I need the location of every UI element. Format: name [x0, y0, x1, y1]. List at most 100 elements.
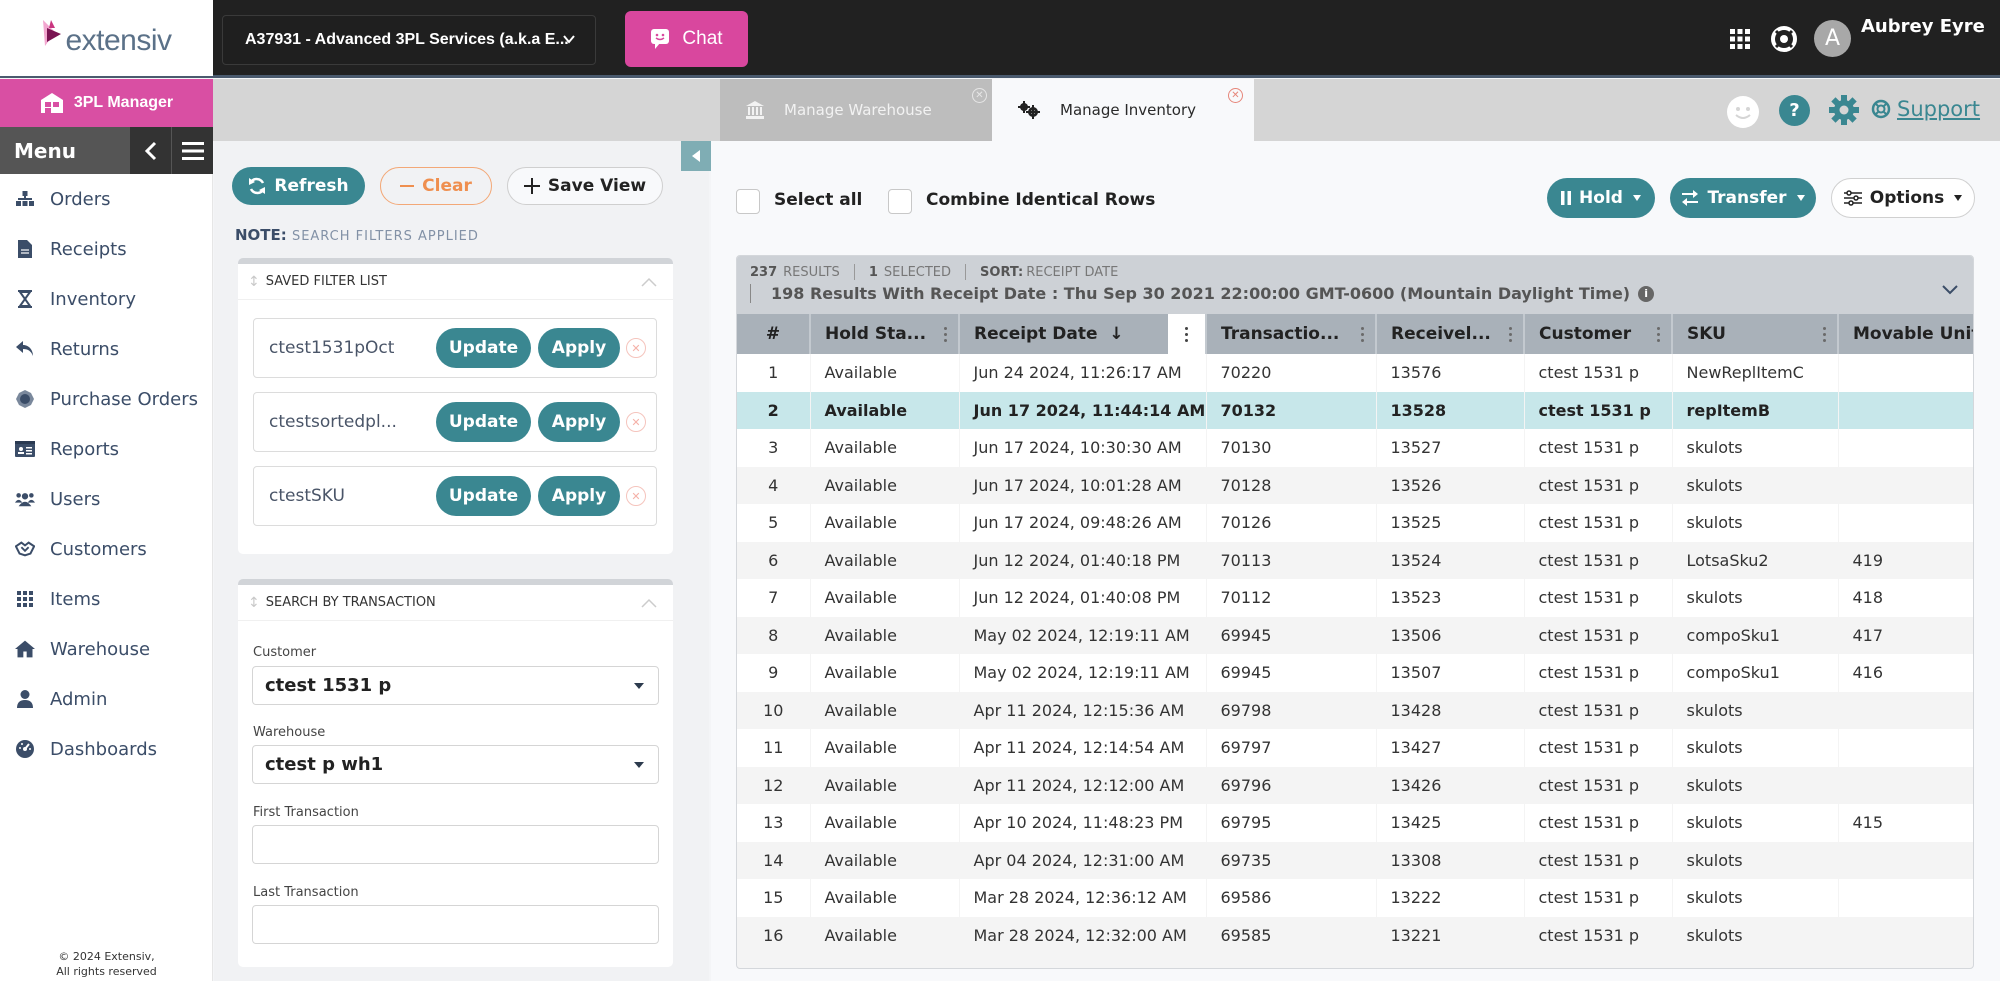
- extensiv-logo[interactable]: extensiv: [0, 0, 213, 76]
- user-name[interactable]: Aubrey Eyre: [1861, 16, 1985, 37]
- refresh-button[interactable]: Refresh: [232, 167, 365, 205]
- info-icon[interactable]: i: [1638, 285, 1655, 302]
- account-selector[interactable]: A37931 - Advanced 3PL Services (a.k.a E.…: [222, 15, 596, 65]
- search-by-transaction-header[interactable]: ↕ SEARCH BY TRANSACTION: [238, 585, 673, 621]
- chevron-down-icon[interactable]: [1941, 284, 1959, 296]
- gear-icon[interactable]: [1828, 94, 1860, 126]
- customer-cell: ctest 1531 p: [1524, 429, 1672, 467]
- table-row[interactable]: 9 Available May 02 2024, 12:19:11 AM 69945 1…: [737, 654, 1973, 692]
- support-link[interactable]: Support: [1871, 97, 1980, 121]
- column-menu-button[interactable]: [1168, 314, 1204, 354]
- sidebar-item-orders[interactable]: Orders: [0, 174, 213, 224]
- column-header-row-number[interactable]: #: [737, 314, 811, 354]
- column-menu-icon[interactable]: [944, 324, 948, 345]
- sidebar-item-customers[interactable]: Customers: [0, 524, 213, 574]
- table-row[interactable]: 1 Available Jun 24 2024, 11:26:17 AM 70220 1…: [737, 354, 1973, 392]
- sidebar-item-returns[interactable]: Returns: [0, 324, 213, 374]
- clear-button[interactable]: Clear: [380, 167, 492, 205]
- collapse-menu-button[interactable]: [129, 127, 171, 174]
- update-filter-button[interactable]: Update: [436, 328, 531, 368]
- last-transaction-input[interactable]: [252, 905, 659, 944]
- table-row[interactable]: 4 Available Jun 17 2024, 10:01:28 AM 70128 1…: [737, 466, 1973, 504]
- drag-handle-icon[interactable]: ↕: [248, 595, 260, 611]
- handshake-icon: [15, 539, 35, 559]
- help-lifering-icon[interactable]: [1771, 26, 1797, 52]
- smiley-feedback-icon[interactable]: [1726, 95, 1760, 129]
- update-filter-button[interactable]: Update: [436, 476, 531, 516]
- table-row[interactable]: 8 Available May 02 2024, 12:19:11 AM 69945 1…: [737, 616, 1973, 654]
- column-menu-icon[interactable]: [1823, 324, 1827, 345]
- warehouse-select[interactable]: ctest p wh1: [252, 745, 659, 784]
- apps-grid-icon[interactable]: [1730, 29, 1750, 49]
- table-row[interactable]: 7 Available Jun 12 2024, 01:40:08 PM 70112 1…: [737, 579, 1973, 617]
- table-row-selected[interactable]: 2 Available Jun 17 2024, 11:44:14 AM 70132 1…: [737, 391, 1973, 429]
- tab-manage-inventory[interactable]: Manage Inventory ✕: [992, 79, 1254, 141]
- sidebar-item-receipts[interactable]: Receipts: [0, 224, 213, 274]
- column-header-transaction[interactable]: Transactio...: [1206, 314, 1377, 354]
- chevron-up-icon[interactable]: [641, 277, 657, 287]
- table-row[interactable]: 6 Available Jun 12 2024, 01:40:18 PM 70113 1…: [737, 541, 1973, 579]
- question-icon[interactable]: ?: [1779, 95, 1810, 126]
- tab-manage-warehouse[interactable]: Manage Warehouse ✕: [720, 79, 998, 141]
- column-header-receive-item[interactable]: Receivel...: [1376, 314, 1525, 354]
- select-all-label[interactable]: Select all: [774, 190, 862, 210]
- sidebar-item-purchase-orders[interactable]: Purchase Orders: [0, 374, 213, 424]
- update-filter-button[interactable]: Update: [436, 402, 531, 442]
- table-row[interactable]: 11 Available Apr 11 2024, 12:14:54 AM 69797…: [737, 729, 1973, 767]
- hold-button[interactable]: Hold: [1547, 178, 1655, 218]
- table-row[interactable]: 13 Available Apr 10 2024, 11:48:23 PM 69795…: [737, 804, 1973, 842]
- first-transaction-input[interactable]: [252, 825, 659, 864]
- select-all-checkbox[interactable]: [736, 189, 760, 214]
- receive-item-cell: 13426: [1376, 766, 1524, 804]
- drag-handle-icon[interactable]: ↕: [248, 274, 260, 290]
- table-row[interactable]: 12 Available Apr 11 2024, 12:12:00 AM 69796…: [737, 766, 1973, 804]
- table-row[interactable]: 16 Available Mar 28 2024, 12:32:00 AM 69585…: [737, 916, 1973, 954]
- combine-identical-rows-label[interactable]: Combine Identical Rows: [926, 190, 1155, 210]
- column-menu-icon[interactable]: [1509, 324, 1513, 345]
- apply-filter-button[interactable]: Apply: [538, 402, 620, 442]
- table-row[interactable]: 3 Available Jun 17 2024, 10:30:30 AM 70130 1…: [737, 429, 1973, 467]
- collapse-filter-panel-button[interactable]: [681, 141, 711, 171]
- table-row[interactable]: 15 Available Mar 28 2024, 12:36:12 AM 69586…: [737, 879, 1973, 917]
- customer-select[interactable]: ctest 1531 p: [252, 666, 659, 705]
- chevron-up-icon[interactable]: [641, 598, 657, 608]
- column-header-receipt-date[interactable]: Receipt Date ↓: [959, 314, 1207, 354]
- movable-unit-cell: [1838, 691, 1973, 729]
- save-view-button[interactable]: Save View: [507, 167, 663, 205]
- close-tab-icon[interactable]: ✕: [972, 88, 987, 103]
- column-menu-icon[interactable]: [1361, 324, 1365, 345]
- sidebar-item-warehouse[interactable]: Warehouse: [0, 624, 213, 674]
- table-row[interactable]: 5 Available Jun 17 2024, 09:48:26 AM 70126 1…: [737, 504, 1973, 542]
- combine-identical-rows-checkbox[interactable]: [888, 189, 912, 214]
- column-header-movable-unit[interactable]: Movable Unit I: [1838, 314, 1973, 354]
- sidebar-item-items[interactable]: Items: [0, 574, 213, 624]
- user-avatar[interactable]: A: [1814, 20, 1851, 57]
- transfer-button[interactable]: Transfer: [1670, 178, 1816, 218]
- column-header-sku[interactable]: SKU: [1672, 314, 1839, 354]
- row-number-cell: 16: [737, 916, 810, 954]
- remove-filter-icon[interactable]: ✕: [626, 486, 646, 506]
- table-row[interactable]: 10 Available Apr 11 2024, 12:15:36 AM 69798…: [737, 691, 1973, 729]
- table-header-row: # Hold Sta... Receipt Date ↓ Transactio.…: [737, 314, 1973, 354]
- options-button[interactable]: Options: [1831, 178, 1975, 218]
- close-tab-icon[interactable]: ✕: [1228, 88, 1243, 103]
- sidebar-item-inventory[interactable]: Inventory: [0, 274, 213, 324]
- saved-filter-list-header[interactable]: ↕ SAVED FILTER LIST: [238, 264, 673, 300]
- movable-unit-cell: 416: [1838, 654, 1973, 692]
- column-header-customer[interactable]: Customer: [1524, 314, 1673, 354]
- table-row[interactable]: 14 Available Apr 04 2024, 12:31:00 AM 69735…: [737, 841, 1973, 879]
- remove-filter-icon[interactable]: ✕: [626, 338, 646, 358]
- chat-button[interactable]: Chat: [625, 11, 748, 67]
- hamburger-menu-button[interactable]: [171, 127, 213, 174]
- sidebar-item-reports[interactable]: Reports: [0, 424, 213, 474]
- apply-filter-button[interactable]: Apply: [538, 328, 620, 368]
- sidebar-item-admin[interactable]: Admin: [0, 674, 213, 724]
- movable-unit-cell: [1838, 841, 1973, 879]
- sidebar-item-users[interactable]: Users: [0, 474, 213, 524]
- inventory-table: # Hold Sta... Receipt Date ↓ Transactio.…: [737, 314, 1973, 954]
- apply-filter-button[interactable]: Apply: [538, 476, 620, 516]
- column-menu-icon[interactable]: [1657, 324, 1661, 345]
- remove-filter-icon[interactable]: ✕: [626, 412, 646, 432]
- sidebar-item-dashboards[interactable]: Dashboards: [0, 724, 213, 774]
- column-header-hold-status[interactable]: Hold Sta...: [810, 314, 960, 354]
